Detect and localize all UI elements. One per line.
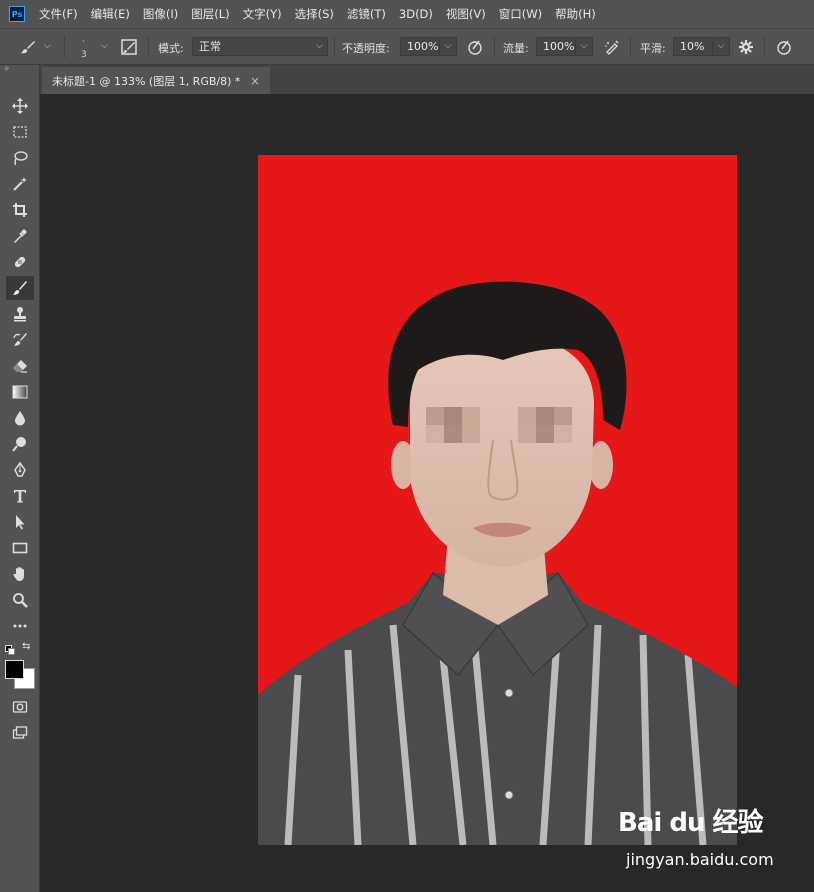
- menu-type[interactable]: 文字(Y): [243, 6, 282, 22]
- baidu-logo: Bai du 经验: [618, 808, 763, 838]
- chevron-down-icon[interactable]: ⌵: [44, 41, 51, 51]
- pressure-size-icon[interactable]: [774, 37, 794, 57]
- divider: [630, 36, 631, 58]
- menu-bar: Ps 文件(F) 编辑(E) 图像(I) 图层(L) 文字(Y) 选择(S) 滤…: [0, 0, 814, 28]
- photoshop-logo[interactable]: Ps: [9, 6, 25, 22]
- chevron-down-icon[interactable]: ⌵: [575, 37, 593, 56]
- healing-icon[interactable]: [6, 250, 34, 274]
- blur-icon[interactable]: [6, 406, 34, 430]
- portrait-photo: [258, 281, 737, 845]
- chevron-down-icon: ⌵: [316, 41, 323, 51]
- flow-input[interactable]: 100%: [536, 37, 576, 56]
- crop-icon[interactable]: [6, 198, 34, 222]
- options-bar: ⌵ · 3 ⌵ 模式: 正常 ⌵ 不透明度: 100% ⌵ 流量: 100% ⌵…: [0, 28, 814, 65]
- document-canvas[interactable]: [258, 155, 737, 845]
- gradient-icon[interactable]: [6, 380, 34, 404]
- rectangle-icon[interactable]: [6, 536, 34, 560]
- opacity-input[interactable]: 100%: [400, 37, 440, 56]
- brush-preset-icon[interactable]: [18, 37, 38, 57]
- smoothing-label: 平滑:: [640, 42, 666, 55]
- chevron-down-icon[interactable]: ⌵: [439, 37, 457, 56]
- path-select-icon[interactable]: [6, 510, 34, 534]
- mode-value: 正常: [199, 40, 221, 53]
- canvas-area[interactable]: [40, 94, 814, 892]
- eyedropper-icon[interactable]: [6, 224, 34, 248]
- document-title: 未标题-1 @ 133% (图层 1, RGB/8) *: [52, 74, 241, 88]
- menu-select[interactable]: 选择(S): [295, 6, 334, 22]
- divider: [764, 36, 765, 58]
- watermark-url: jingyan.baidu.com: [626, 850, 774, 869]
- menu-view[interactable]: 视图(V): [446, 6, 486, 22]
- close-icon[interactable]: ×: [250, 74, 260, 88]
- baidu-watermark: Bai du 经验 jingyan.baidu.com: [618, 800, 798, 880]
- smoothing-input[interactable]: 10%: [673, 37, 713, 56]
- menu-window[interactable]: 窗口(W): [499, 6, 542, 22]
- brush-panel-icon[interactable]: [119, 37, 139, 57]
- menu-file[interactable]: 文件(F): [39, 6, 78, 22]
- swap-colors-icon[interactable]: ⇆: [22, 641, 30, 652]
- shirt-button: [504, 790, 514, 800]
- menu-filter[interactable]: 滤镜(T): [347, 6, 386, 22]
- menu-help[interactable]: 帮助(H): [555, 6, 596, 22]
- divider: [494, 36, 495, 58]
- document-tab-bar: 未标题-1 @ 133% (图层 1, RGB/8) * ×: [40, 65, 814, 94]
- history-brush-icon[interactable]: [6, 328, 34, 352]
- airbrush-icon[interactable]: [602, 37, 622, 57]
- screen-mode-icon[interactable]: [6, 721, 34, 745]
- zoom-icon[interactable]: [6, 588, 34, 612]
- stamp-icon[interactable]: [6, 302, 34, 326]
- shirt-button: [504, 688, 514, 698]
- default-colors-icon[interactable]: [5, 645, 15, 655]
- chevron-down-icon[interactable]: ⌵: [101, 41, 108, 51]
- mode-select[interactable]: 正常 ⌵: [192, 37, 328, 56]
- brush-icon[interactable]: [6, 276, 34, 300]
- tools-panel: » ⇆: [0, 64, 40, 892]
- flow-label: 流量:: [503, 42, 529, 55]
- document-tab[interactable]: 未标题-1 @ 133% (图层 1, RGB/8) * ×: [42, 67, 270, 94]
- chevron-down-icon[interactable]: ⌵: [712, 37, 730, 56]
- menu-3d[interactable]: 3D(D): [399, 7, 433, 21]
- menu-edit[interactable]: 编辑(E): [91, 6, 130, 22]
- lasso-icon[interactable]: [6, 146, 34, 170]
- pen-icon[interactable]: [6, 458, 34, 482]
- marquee-icon[interactable]: [6, 120, 34, 144]
- type-icon[interactable]: [6, 484, 34, 508]
- divider: [64, 36, 65, 58]
- gear-icon[interactable]: [736, 37, 756, 57]
- menu-image[interactable]: 图像(I): [143, 6, 178, 22]
- dodge-icon[interactable]: [6, 432, 34, 456]
- brush-size-dot: ·: [82, 37, 85, 47]
- foreground-color-swatch[interactable]: [5, 660, 24, 679]
- collapse-icon[interactable]: »: [4, 64, 10, 74]
- opacity-label: 不透明度:: [342, 42, 390, 55]
- pressure-opacity-icon[interactable]: [465, 37, 485, 57]
- magic-wand-icon[interactable]: [6, 172, 34, 196]
- mode-label: 模式:: [158, 42, 184, 55]
- menu-layer[interactable]: 图层(L): [191, 6, 229, 22]
- more-icon[interactable]: [6, 614, 34, 638]
- eraser-icon[interactable]: [6, 354, 34, 378]
- brush-size-value: 3: [81, 50, 87, 60]
- quick-mask-icon[interactable]: [6, 695, 34, 719]
- hand-icon[interactable]: [6, 562, 34, 586]
- divider: [148, 36, 149, 58]
- move-icon[interactable]: [6, 94, 34, 118]
- divider: [334, 36, 335, 58]
